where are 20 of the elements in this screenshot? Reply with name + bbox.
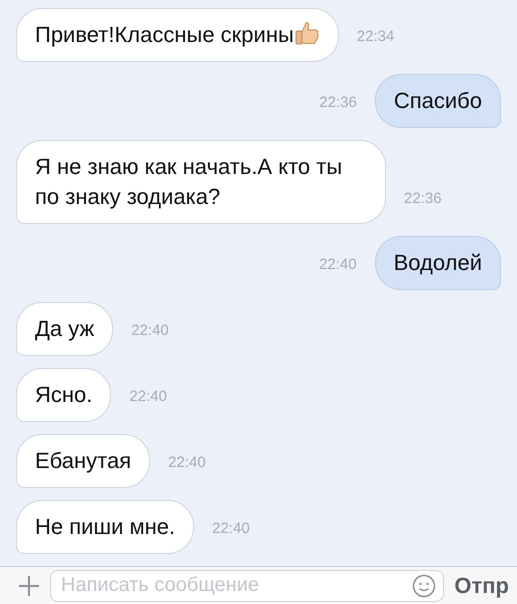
message-bubble: Я не знаю как начать.А кто ты по знаку зодиака? <box>16 140 386 224</box>
message-bubble: Привет!Классные скрины <box>16 8 339 62</box>
add-icon[interactable] <box>18 574 40 596</box>
message-bubble: Спасибо <box>374 74 501 128</box>
message-bubble: Да уж <box>16 302 114 356</box>
message-time: 22:40 <box>212 518 250 538</box>
message-bubble: Не пиши мне. <box>16 500 194 554</box>
smiley-icon[interactable] <box>412 574 436 598</box>
message-time: 22:34 <box>356 26 394 46</box>
message-time: 22:36 <box>319 92 357 112</box>
message-time: 22:40 <box>168 452 206 472</box>
message-field[interactable]: Написать сообщение <box>50 570 444 602</box>
message-time: 22:40 <box>131 320 169 340</box>
message-bubble: Водолей <box>374 236 501 290</box>
send-button[interactable]: Отпр <box>454 569 509 602</box>
message-time: 22:40 <box>319 254 357 274</box>
message-time: 22:36 <box>404 188 442 208</box>
message-time: 22:40 <box>129 386 167 406</box>
message-bubble: Ебанутая <box>16 434 150 488</box>
message-bubble: Ясно. <box>16 368 112 422</box>
